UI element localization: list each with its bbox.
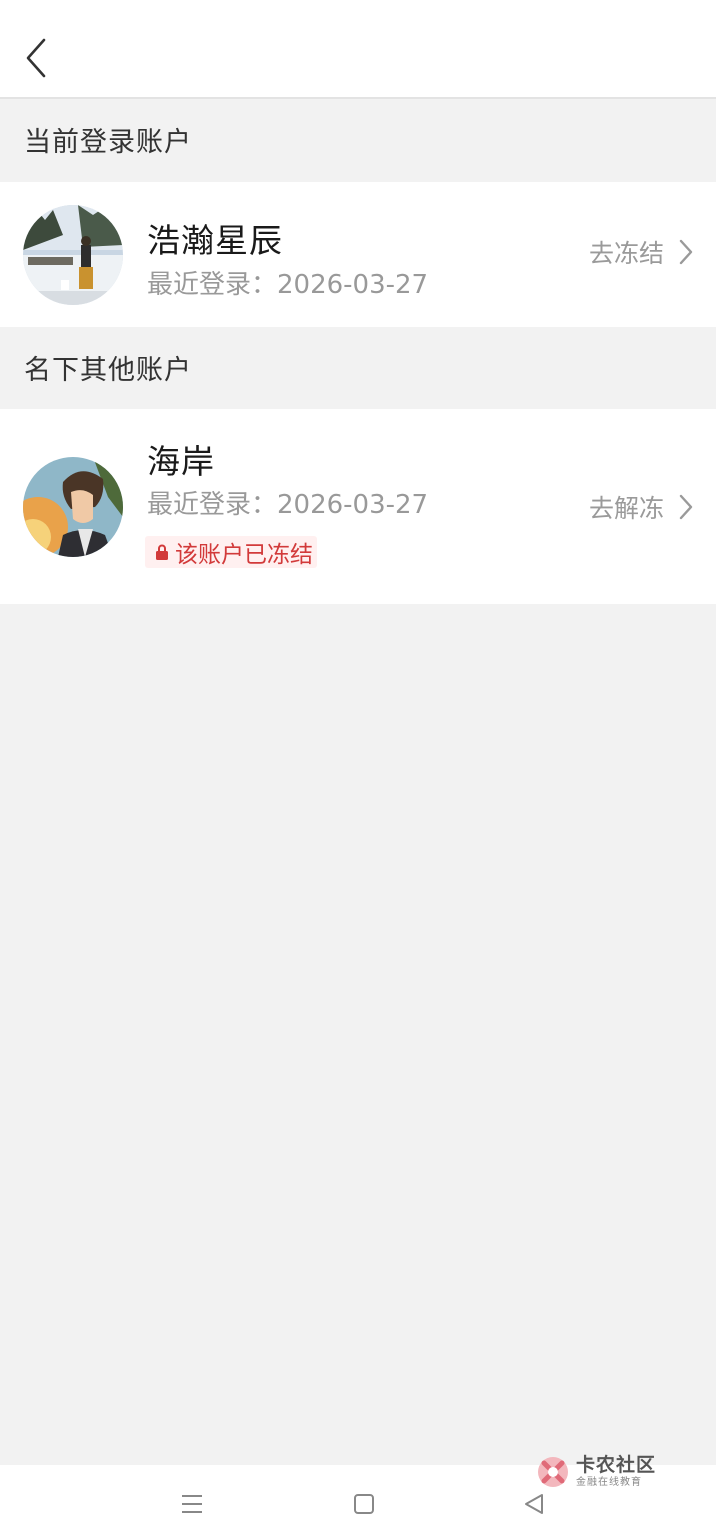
unfreeze-label: 去解冻 bbox=[588, 494, 664, 523]
account-name: 浩瀚星辰 bbox=[147, 221, 283, 260]
back-nav-button[interactable] bbox=[514, 1487, 554, 1521]
menu-icon bbox=[182, 1495, 202, 1513]
frozen-status-text: 该账户已冻结 bbox=[175, 542, 313, 568]
avatar bbox=[23, 205, 123, 305]
home-button[interactable] bbox=[344, 1487, 384, 1521]
section-title-current: 当前登录账户 bbox=[24, 127, 192, 158]
watermark: 卡农社区 金融在线教育 bbox=[536, 1452, 666, 1492]
last-login-text: 最近登录：2026-03-27 bbox=[147, 490, 429, 520]
chevron-left-icon bbox=[26, 38, 46, 78]
section-title-others: 名下其他账户 bbox=[24, 355, 192, 386]
chevron-right-icon bbox=[678, 493, 694, 521]
top-bar bbox=[0, 0, 716, 99]
home-square-icon bbox=[354, 1494, 374, 1514]
watermark-brand: 卡农社区 bbox=[576, 1454, 657, 1476]
account-name: 海岸 bbox=[147, 442, 215, 481]
current-account-card[interactable]: 浩瀚星辰 最近登录：2026-03-27 去冻结 bbox=[0, 182, 716, 327]
watermark-slogan: 金融在线教育 bbox=[576, 1477, 642, 1488]
avatar bbox=[23, 457, 123, 557]
back-triangle-icon bbox=[525, 1494, 543, 1514]
watermark-logo-icon bbox=[538, 1457, 568, 1487]
frozen-badge: 该账户已冻结 bbox=[145, 536, 317, 568]
lock-icon bbox=[155, 544, 169, 560]
unfreeze-button[interactable]: 去解冻 bbox=[589, 489, 694, 525]
freeze-label: 去冻结 bbox=[588, 239, 664, 268]
last-login-text: 最近登录：2026-03-27 bbox=[147, 270, 429, 300]
chevron-right-icon bbox=[678, 238, 694, 266]
freeze-button[interactable]: 去冻结 bbox=[589, 234, 694, 270]
back-button[interactable] bbox=[14, 34, 58, 82]
menu-button[interactable] bbox=[172, 1487, 212, 1521]
other-account-card[interactable]: 海岸 最近登录：2026-03-27 该账户已冻结 去解冻 bbox=[0, 409, 716, 604]
